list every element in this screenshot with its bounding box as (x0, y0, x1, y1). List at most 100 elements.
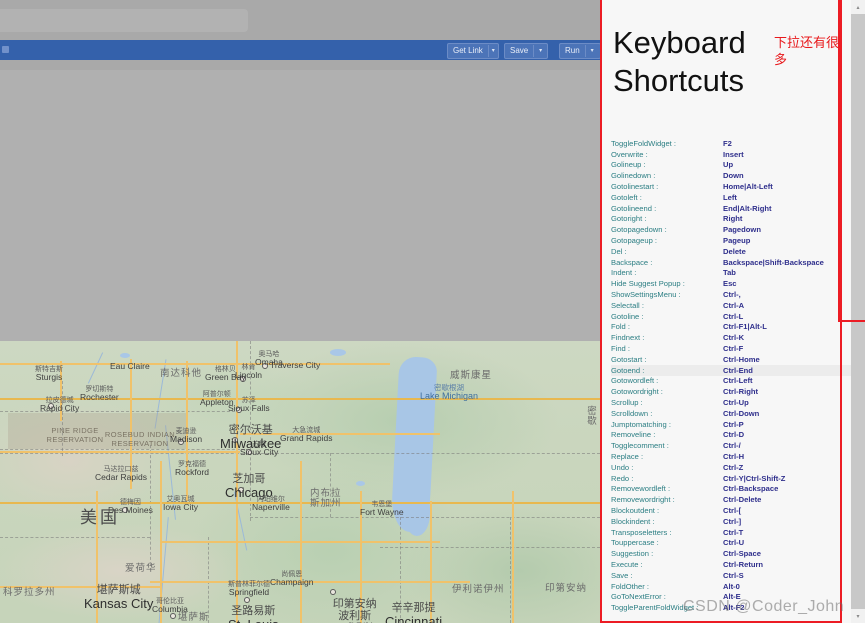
shortcut-keys: Ctrl-Up (723, 398, 749, 408)
shortcut-command: Findnext : (611, 333, 645, 343)
shortcut-row[interactable]: Gotostart : Ctrl-Home (611, 354, 851, 365)
scroll-up-arrow-icon[interactable]: ▴ (851, 0, 865, 14)
shortcut-keys: Ctrl-U (723, 538, 745, 548)
city-marker (232, 437, 238, 443)
chevron-down-icon[interactable]: ▾ (534, 44, 547, 58)
highway (236, 398, 600, 401)
shortcut-command: Golinedown : (611, 171, 656, 181)
shortcut-row[interactable]: Gotowordright : Ctrl-Right (611, 386, 851, 397)
shortcut-command: Overwrite : (611, 149, 648, 159)
scroll-down-arrow-icon[interactable]: ▾ (851, 609, 865, 623)
chevron-down-icon[interactable]: ▾ (586, 44, 599, 58)
shortcut-row[interactable]: Del : Delete (611, 246, 851, 257)
state-boundary (400, 517, 401, 623)
shortcut-row[interactable]: Gotoend : Ctrl-End (611, 364, 851, 376)
run-button[interactable]: Run ▾ (559, 43, 601, 59)
shortcut-row[interactable]: Gotopagedown : Pagedown (611, 224, 851, 235)
shortcut-command: Undo : (611, 462, 634, 472)
shortcut-row[interactable]: Removeline : Ctrl-D (611, 430, 851, 441)
road (430, 501, 432, 623)
shortcut-row[interactable]: Blockoutdent : Ctrl-[ (611, 505, 851, 516)
shortcut-row[interactable]: GoToNextError : Alt-E (611, 591, 851, 602)
shortcut-row[interactable]: Replace : Ctrl-H (611, 451, 851, 462)
shortcut-row[interactable]: Touppercase : Ctrl-U (611, 537, 851, 548)
shortcut-row[interactable]: Transposeletters : Ctrl-T (611, 527, 851, 538)
get-link-button[interactable]: Get Link ▾ (447, 43, 499, 59)
shortcut-row[interactable]: Selectall : Ctrl-A (611, 300, 851, 311)
shortcut-keys: Backspace|Shift-Backspace (723, 257, 824, 267)
shortcut-keys: Ctrl-P (723, 419, 744, 429)
shortcut-keys: Pageup (723, 236, 751, 246)
shortcut-row[interactable]: Gotopageup : Pageup (611, 235, 851, 246)
shortcut-row[interactable]: Redo : Ctrl-Y|Ctrl-Shift-Z (611, 473, 851, 484)
shortcut-row[interactable]: Gotoline : Ctrl-L (611, 311, 851, 322)
shortcut-row[interactable]: Scrollup : Ctrl-Up (611, 397, 851, 408)
shortcut-row[interactable]: Findnext : Ctrl-K (611, 332, 851, 343)
panel-scrollbar[interactable]: ▴ ▾ (851, 0, 865, 623)
shortcut-row[interactable]: FoldOther : Alt-0 (611, 581, 851, 592)
city-marker (178, 439, 184, 445)
shortcut-command: Gotopagedown : (611, 225, 667, 235)
shortcut-row[interactable]: Gotolinestart : Home|Alt-Left (611, 181, 851, 192)
shortcut-keys: Ctrl-Space (723, 549, 761, 559)
shortcut-command: Removewordright : (611, 495, 675, 505)
shortcut-row[interactable]: Execute : Ctrl-Return (611, 559, 851, 570)
save-label: Save (510, 46, 529, 55)
shortcut-row[interactable]: Blockindent : Ctrl-] (611, 516, 851, 527)
shortcut-list: ToggleFoldWidget : F2 Overwrite : Insert Gol… (611, 138, 851, 613)
shortcut-row[interactable]: Jumptomatching : Ctrl-P (611, 419, 851, 430)
shortcut-row[interactable]: Suggestion : Ctrl-Space (611, 548, 851, 559)
shortcut-row[interactable]: Save : Ctrl-S (611, 570, 851, 581)
keyboard-shortcuts-panel[interactable]: Keyboard Shortcuts 下拉还有很多 ToggleFoldWidg… (601, 0, 865, 623)
shortcut-command: Gotopageup : (611, 236, 658, 246)
city-marker (122, 507, 128, 513)
shortcut-row[interactable]: Golinedown : Down (611, 170, 851, 181)
shortcut-row[interactable]: ToggleFoldWidget : F2 (611, 138, 851, 149)
shortcut-keys: Left (723, 192, 737, 202)
shortcut-row[interactable]: Backspace : Backspace|Shift-Backspace (611, 257, 851, 268)
shortcut-row[interactable]: Golineup : Up (611, 160, 851, 171)
shortcut-command: Backspace : (611, 257, 653, 267)
page-title: Keyboard Shortcuts (613, 25, 746, 98)
shortcut-row[interactable]: Removewordright : Ctrl-Delete (611, 494, 851, 505)
shortcut-row[interactable]: Hide Suggest Popup : Esc (611, 278, 851, 289)
scrollbar-thumb[interactable] (851, 14, 865, 610)
shortcut-row[interactable]: Overwrite : Insert (611, 149, 851, 160)
state-boundary (208, 537, 209, 623)
shortcut-row[interactable]: Gotowordleft : Ctrl-Left (611, 376, 851, 387)
shortcut-row[interactable]: Gotoleft : Left (611, 192, 851, 203)
state-boundary (150, 445, 151, 565)
state-boundary (0, 449, 250, 450)
shortcut-row[interactable]: ShowSettingsMenu : Ctrl-, (611, 289, 851, 300)
road (180, 363, 390, 365)
city-marker (262, 363, 268, 369)
shortcut-row[interactable]: Fold : Ctrl-F1|Alt-L (611, 322, 851, 333)
shortcut-command: Removeline : (611, 430, 656, 440)
shortcut-row[interactable]: Gotoright : Right (611, 214, 851, 225)
road (360, 491, 362, 623)
shortcut-row[interactable]: Scrolldown : Ctrl-Down (611, 408, 851, 419)
road (160, 461, 162, 623)
shortcut-row[interactable]: Undo : Ctrl-Z (611, 462, 851, 473)
save-button[interactable]: Save ▾ (504, 43, 548, 59)
shortcut-keys: Ctrl-F1|Alt-L (723, 322, 767, 332)
shortcut-row[interactable]: Gotolineend : End|Alt-Right (611, 203, 851, 214)
shortcut-row[interactable]: Togglecomment : Ctrl-/ (611, 440, 851, 451)
shortcut-keys: Down (723, 171, 744, 181)
editor-toolbar: Get Link ▾ Save ▾ Run ▾ (0, 40, 620, 60)
shortcut-command: Execute : (611, 559, 643, 569)
shortcut-row[interactable]: ToggleParentFoldWidget : Alt-F2 (611, 602, 851, 613)
lake-water-south (404, 491, 430, 536)
reservation-area (96, 413, 188, 449)
road (0, 451, 240, 453)
shortcut-keys: Ctrl-End (723, 365, 753, 375)
shortcut-row[interactable]: Find : Ctrl-F (611, 343, 851, 354)
shortcut-row[interactable]: Removewordleft : Ctrl-Backspace (611, 484, 851, 495)
map-canvas[interactable]: 南达科他 威斯康星 密歇 爱荷华 内布拉 斯加州 伊利诺伊州 印第安纳 堪萨斯 科罗拉多州 斯特吉斯… (0, 341, 600, 623)
search-input[interactable] (0, 9, 248, 32)
annotation-note: 下拉还有很多 (774, 35, 840, 67)
chevron-down-icon[interactable]: ▾ (489, 44, 498, 58)
highway (300, 502, 600, 505)
shortcut-row[interactable]: Indent : Tab (611, 268, 851, 279)
shortcut-keys: Insert (723, 149, 744, 159)
